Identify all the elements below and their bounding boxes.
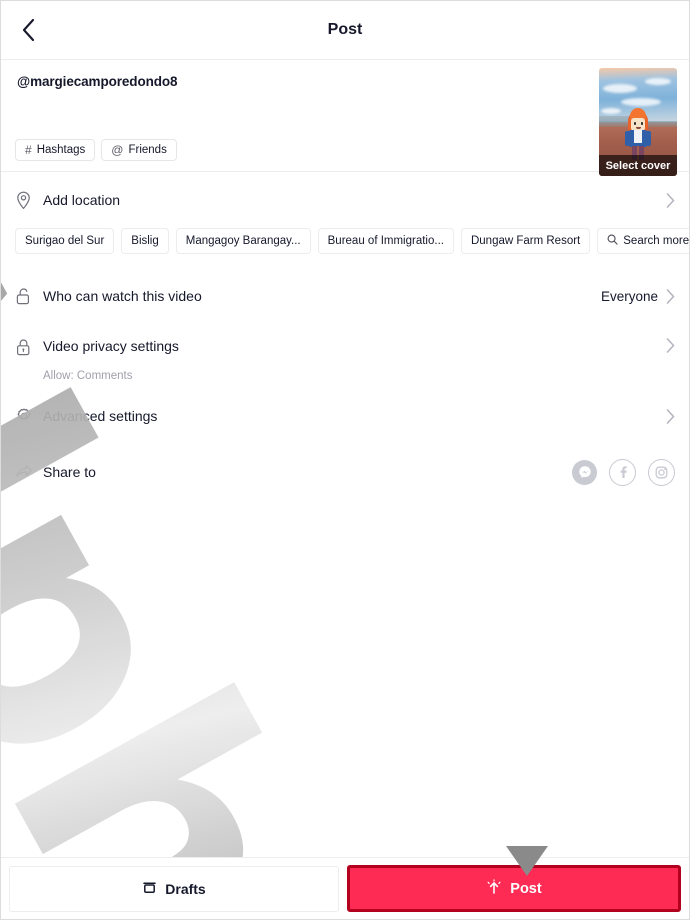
add-location-row[interactable]: Add location [1,172,689,228]
drafts-box-icon [142,880,157,898]
hashtag-icon: # [25,143,32,157]
who-can-watch-label: Who can watch this video [43,288,202,304]
page-title: Post [327,21,363,38]
hashtags-chip[interactable]: # Hashtags [15,139,96,161]
friends-chip-label: Friends [128,144,167,156]
location-chip-label: Bislig [131,235,159,247]
unlock-icon [15,287,39,306]
location-chip[interactable]: Dungaw Farm Resort [460,228,591,254]
post-button-label: Post [510,880,542,897]
facebook-icon[interactable] [609,458,636,486]
location-chip-label: Mangagoy Barangay... [185,235,301,247]
video-privacy-row[interactable]: Video privacy settings Allow: Comments [1,324,689,388]
messenger-icon[interactable] [572,459,597,485]
cover-cloud [601,108,621,114]
hashtags-chip-label: Hashtags [36,144,86,156]
app-header: Post [1,1,689,60]
cover-cloud [603,84,637,93]
caption-block: @margiecamporedondo8 # Hashtags @ Friend… [1,60,689,176]
share-target-list [572,458,675,486]
advanced-settings-label: Advanced settings [43,408,158,424]
caption-chip-row: # Hashtags @ Friends [15,139,177,161]
location-pin-icon [15,191,39,210]
post-upload-icon [486,878,502,899]
location-chip-label: Bureau of Immigratio... [327,235,444,247]
share-arrow-icon [15,463,39,481]
chevron-right-icon [666,192,675,208]
chevron-right-icon [666,408,675,424]
drafts-button[interactable]: Drafts [9,865,339,912]
location-chip[interactable]: Mangagoy Barangay... [175,228,311,254]
username-text[interactable]: @margiecamporedondo8 [17,74,673,89]
location-chip-label: Dungaw Farm Resort [470,235,581,247]
share-to-label: Share to [43,464,96,480]
drafts-button-label: Drafts [165,880,206,897]
search-more-label: Search more [623,235,690,247]
chevron-right-icon [666,338,675,353]
cover-cloud [645,78,671,85]
location-chip-label: Surigao del Sur [25,235,105,247]
bottom-action-bar: Drafts Post [1,857,689,919]
search-more-chip[interactable]: Search more [597,228,690,254]
settings-list: Add location Surigao del Sur Bislig Mang… [1,172,689,500]
share-to-row: Share to [1,444,689,500]
chevron-left-icon [22,19,34,41]
instagram-icon[interactable] [648,458,675,486]
location-chip[interactable]: Bislig [121,228,169,254]
advanced-settings-row[interactable]: Advanced settings [1,388,689,444]
location-chip[interactable]: Surigao del Sur [15,228,115,254]
search-icon [607,234,618,248]
at-mention-icon: @ [111,143,124,157]
video-privacy-label: Video privacy settings [43,338,179,354]
lock-icon [15,338,39,357]
who-can-watch-row[interactable]: Who can watch this video Everyone [1,268,689,324]
cover-cloud [621,98,661,106]
post-button[interactable]: Post [347,865,681,912]
location-suggestion-row: Surigao del Sur Bislig Mangagoy Barangay… [1,228,689,268]
video-privacy-subtext: Allow: Comments [43,370,133,382]
add-location-label: Add location [43,192,121,208]
location-chip[interactable]: Bureau of Immigratio... [317,228,454,254]
friends-chip[interactable]: @ Friends [101,139,177,161]
back-button[interactable] [11,13,45,47]
select-cover-thumbnail[interactable]: Select cover [599,68,677,176]
chevron-right-icon [666,288,675,304]
post-screen: Post @margiecamporedondo8 # Hashtags @ F… [0,0,690,920]
gear-icon [15,407,39,425]
who-can-watch-value: Everyone [600,288,658,304]
